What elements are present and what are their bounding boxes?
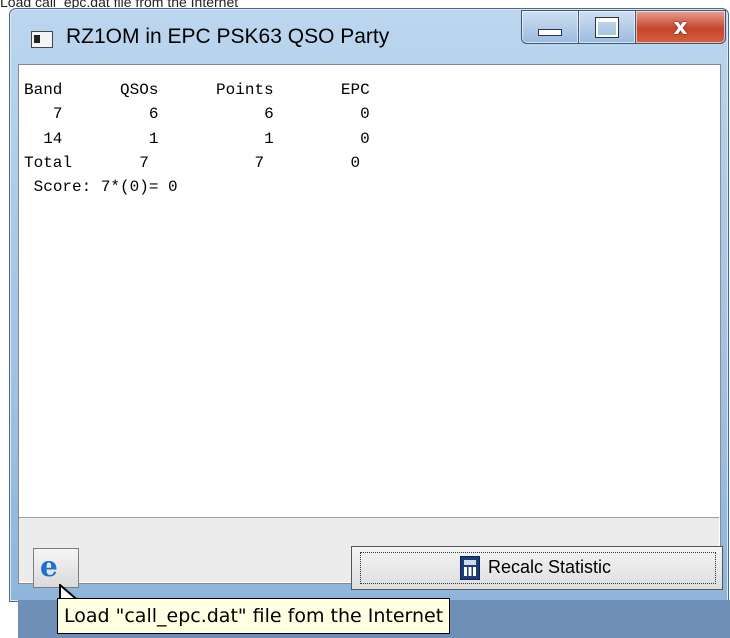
cell-epc: 0	[360, 129, 370, 148]
header-qsos: QSOs	[120, 81, 159, 99]
close-icon: x	[673, 14, 688, 40]
cell-points: 6	[264, 105, 274, 124]
internet-explorer-icon: e	[40, 550, 58, 583]
cell-band: 14	[43, 129, 63, 148]
table-header-row: Band QSOs Points EPC	[24, 78, 370, 102]
tooltip: Load "call_epc.dat" file fom the Interne…	[57, 598, 451, 634]
total-epc: 0	[350, 153, 361, 172]
minimize-icon	[538, 28, 562, 36]
cell-epc: 0	[360, 105, 370, 124]
header-band: Band	[24, 81, 63, 99]
total-label: Total	[24, 153, 73, 172]
calculator-icon	[460, 556, 480, 580]
cell-band: 7	[52, 105, 63, 124]
statistics-table: Band QSOs Points EPC 7 6 6 0 14 1 1 0 To…	[24, 78, 370, 199]
score-line: Score: 7*(0)= 0	[24, 175, 370, 199]
window-title: RZ1OM in EPC PSK63 QSO Party	[66, 25, 390, 48]
header-epc: EPC	[340, 81, 370, 99]
total-points: 7	[254, 153, 265, 172]
score-text: Score: 7*(0)= 0	[33, 178, 178, 197]
cell-points: 1	[264, 129, 274, 148]
header-points: Points	[216, 81, 274, 99]
app-icon[interactable]	[31, 31, 53, 48]
maximize-button[interactable]	[578, 10, 636, 44]
minimize-button[interactable]	[521, 10, 579, 44]
table-total-row: Total 7 7 0	[24, 151, 370, 175]
maximize-icon	[596, 17, 618, 37]
cell-qsos: 1	[148, 129, 159, 148]
close-button[interactable]: x	[635, 10, 726, 44]
cell-qsos: 6	[148, 105, 159, 124]
table-row: 14 1 1 0	[24, 127, 370, 151]
total-qsos: 7	[139, 153, 149, 172]
recalc-statistic-label: Recalc Statistic	[488, 557, 612, 577]
table-row: 7 6 6 0	[24, 102, 370, 126]
